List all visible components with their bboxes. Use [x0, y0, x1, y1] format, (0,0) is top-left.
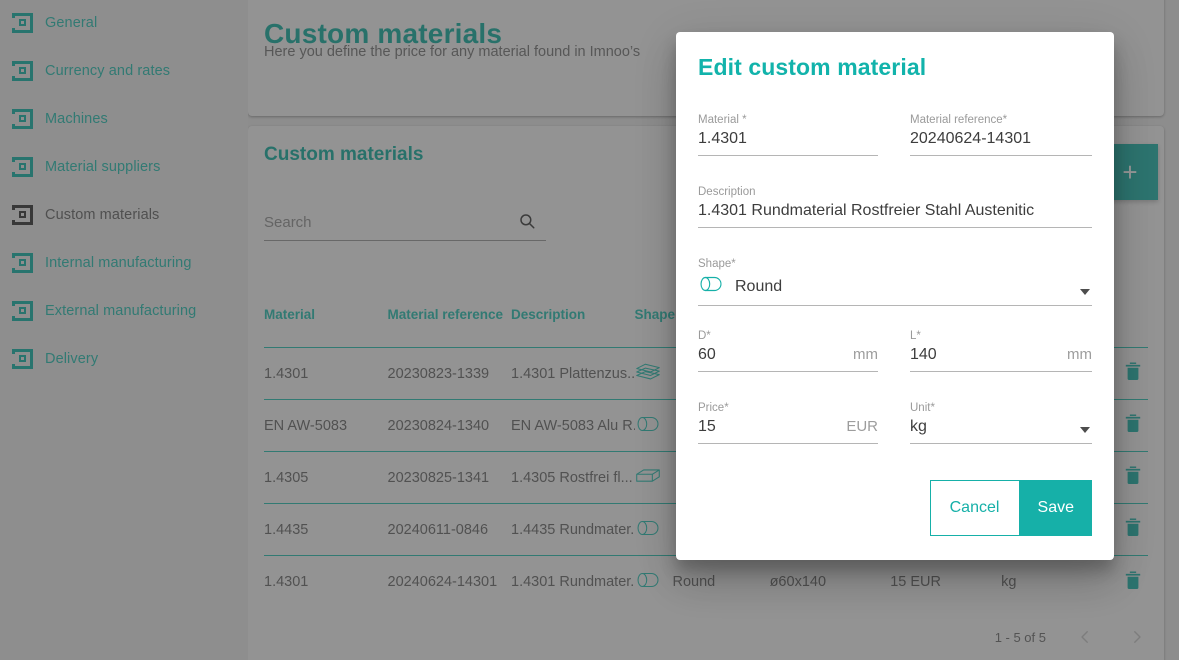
field-material-label: Material * — [698, 114, 747, 126]
field-material-reference-label: Material reference* — [910, 114, 1008, 126]
field-unit-label: Unit* — [910, 402, 935, 414]
field-unit: Unit* — [910, 402, 1092, 444]
material-input[interactable] — [698, 130, 878, 155]
field-price-label: Price* — [698, 402, 729, 414]
field-description: Description — [698, 186, 1092, 228]
field-diameter-label: D* — [698, 330, 711, 342]
field-diameter: D* mm — [698, 330, 878, 372]
unit-input[interactable] — [910, 418, 1092, 443]
material-reference-input[interactable] — [910, 130, 1092, 155]
field-material-reference: Material reference* — [910, 114, 1092, 156]
description-input[interactable] — [698, 202, 1092, 227]
chevron-down-icon[interactable] — [1080, 427, 1090, 433]
app-root: General Currency and rates Machines Materia… — [0, 0, 1179, 660]
save-button[interactable]: Save — [1019, 480, 1092, 536]
length-unit: mm — [1067, 346, 1092, 363]
field-shape: Shape* Round — [698, 258, 1092, 306]
price-input[interactable] — [698, 418, 843, 443]
cancel-button[interactable]: Cancel — [929, 480, 1020, 536]
diameter-unit: mm — [853, 346, 878, 363]
field-material: Material * — [698, 114, 878, 156]
field-price: Price* EUR — [698, 402, 878, 444]
cylinder-icon — [698, 274, 724, 299]
edit-custom-material-dialog: Edit custom material Material * Material… — [676, 32, 1114, 560]
length-input[interactable] — [910, 346, 1063, 371]
shape-select[interactable]: Round — [698, 274, 1092, 305]
field-length-label: L* — [910, 330, 921, 342]
chevron-down-icon[interactable] — [1080, 289, 1090, 295]
dialog-actions: Cancel Save — [929, 480, 1092, 536]
field-description-label: Description — [698, 186, 756, 198]
dialog-title: Edit custom material — [698, 54, 927, 80]
field-shape-label: Shape* — [698, 258, 736, 270]
field-length: L* mm — [910, 330, 1092, 372]
price-currency: EUR — [846, 418, 878, 435]
diameter-input[interactable] — [698, 346, 849, 371]
shape-value: Round — [735, 277, 783, 295]
